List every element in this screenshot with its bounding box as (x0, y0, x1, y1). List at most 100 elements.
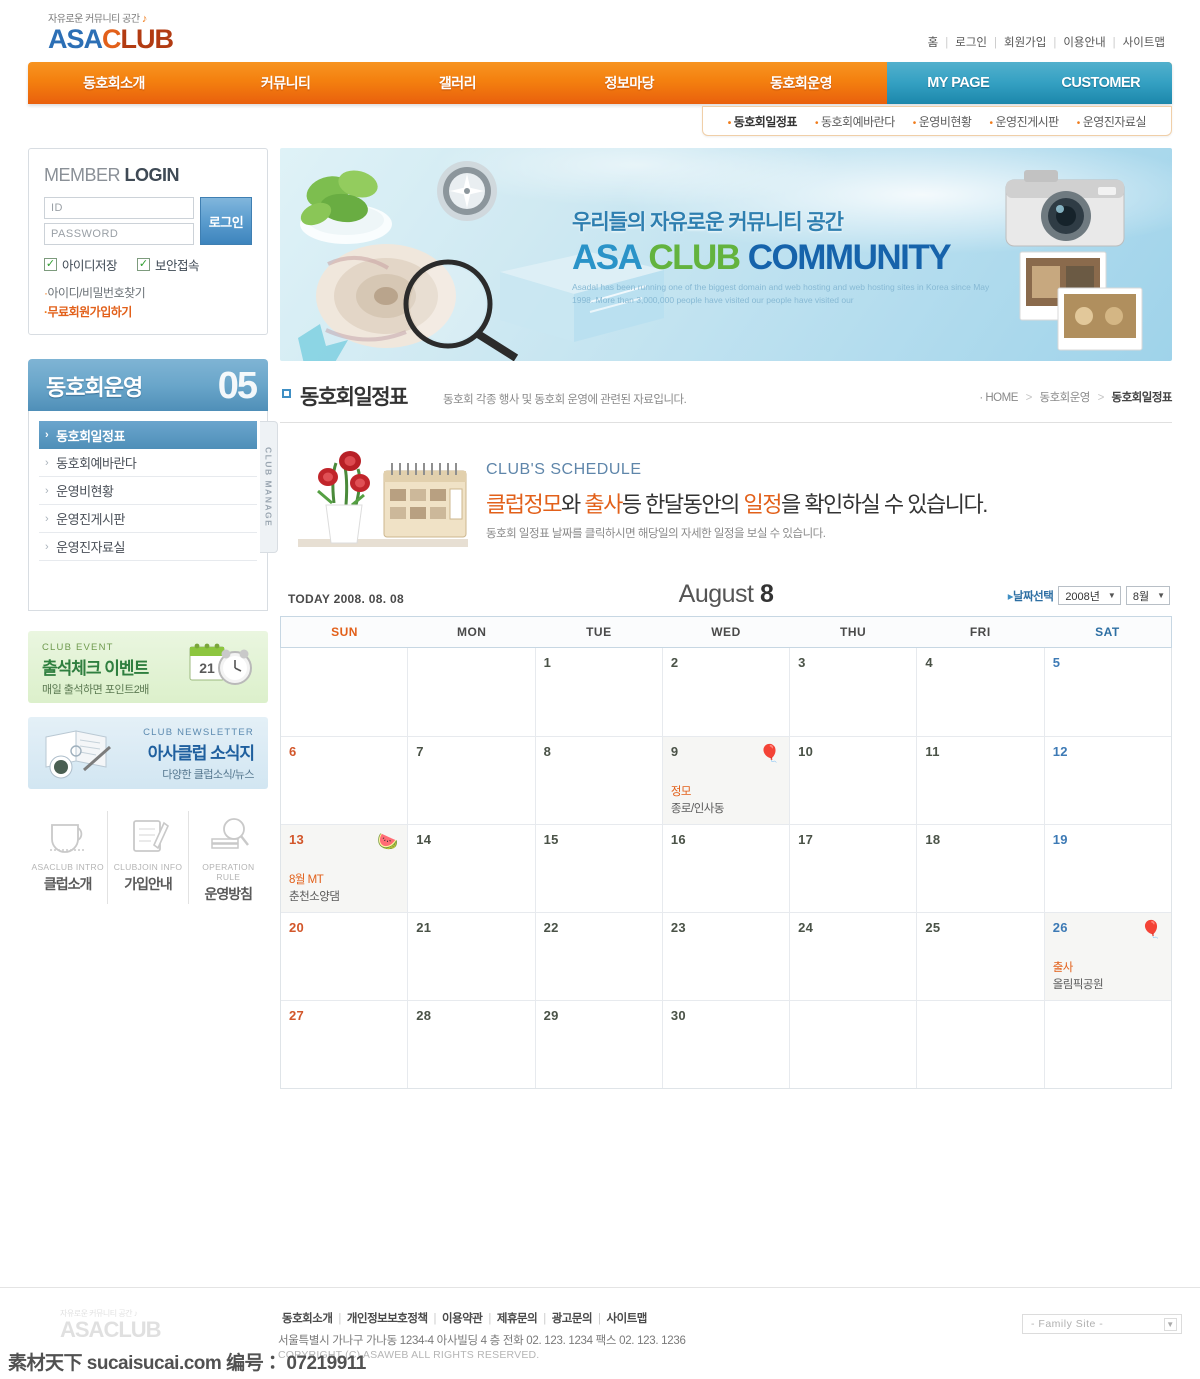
login-title: MEMBER LOGIN (44, 165, 252, 186)
save-id-checkbox[interactable]: ✓ 아이디저장 (44, 255, 118, 274)
hero-title-club: CLUB (648, 238, 748, 277)
logo-lub-text: LUB (120, 24, 174, 54)
toplink-guide[interactable]: 이용안내 (1056, 37, 1112, 49)
toplink-login[interactable]: 로그인 (948, 37, 994, 49)
calendar-day-cell[interactable]: 12 (1043, 737, 1171, 824)
breadcrumb-section[interactable]: 동호회운영 (1039, 392, 1090, 404)
calendar-day-cell[interactable]: 13 🍉 8월 MT 춘천소양댐 (281, 825, 408, 912)
nav-item-club-management[interactable]: 동호회운영 (715, 62, 887, 104)
password-input[interactable]: PASSWORD (44, 223, 194, 245)
calendar-day-cell[interactable]: 4 (916, 648, 1043, 736)
calendar-day-cell[interactable]: 29 (534, 1001, 662, 1088)
quick-link-join-info[interactable]: CLUBJOIN INFO 가입안내 (107, 811, 187, 904)
toplink-home[interactable]: 홈 (921, 37, 946, 49)
footer-link-club-intro[interactable]: 동호회소개 (276, 1313, 338, 1325)
month-select[interactable]: 8월 ▼ (1125, 586, 1170, 605)
headline-part-4: 등 한달동안의 (621, 492, 744, 517)
footer-link-privacy[interactable]: 개인정보보호정책 (341, 1313, 434, 1325)
subnav-item-staff-archive[interactable]: 운영진자료실 (1068, 113, 1155, 130)
calendar-day-cell[interactable]: 20 (281, 913, 407, 1000)
sidebar-item-board[interactable]: › 동호회예바란다 (39, 449, 257, 477)
quick-link-club-intro[interactable]: ASACLUB INTRO 클럽소개 (28, 811, 107, 904)
calendar-empty-cell (281, 648, 407, 736)
calendar-day-cell[interactable]: 18 (916, 825, 1043, 912)
year-select-value: 2008년 (1065, 590, 1100, 603)
calendar-day-number: 2 (670, 655, 679, 670)
find-id-password-link[interactable]: 아이디/비밀번호찾기 (44, 283, 252, 302)
calendar-event-title[interactable]: 8월 MT (289, 871, 399, 887)
calendar-day-cell[interactable]: 1 (534, 648, 662, 736)
sidebar-item-budget[interactable]: › 운영비현황 (39, 477, 257, 505)
sidebar-item-label: 동호회예바란다 (56, 456, 137, 471)
calendar-day-cell[interactable]: 15 (534, 825, 662, 912)
quick-link-operation-rule[interactable]: OPERATION RULE 운영방침 (187, 811, 268, 904)
dayname-sat: SAT (1095, 625, 1120, 639)
calendar-day-cell[interactable]: 7 (407, 737, 534, 824)
free-signup-link[interactable]: 무료회원가입하기 (44, 302, 252, 321)
promo-banner-newsletter[interactable]: CLUB NEWSLETTER 아사클럽 소식지 다양한 클럽소식/뉴스 (28, 717, 268, 789)
calendar-day-cell[interactable]: 21 (407, 913, 534, 1000)
nav-item-gallery[interactable]: 갤러리 (372, 62, 544, 104)
calendar-event-title[interactable]: 정모 (671, 783, 781, 799)
nav-item-my-page[interactable]: MY PAGE (887, 62, 1030, 104)
footer-link-terms[interactable]: 이용약관 (436, 1313, 488, 1325)
toplink-sitemap[interactable]: 사이트맵 (1116, 37, 1172, 49)
calendar-day-number: 10 (798, 744, 814, 759)
calendar-day-number: 16 (670, 832, 686, 847)
promo-text: CLUB NEWSLETTER 아사클럽 소식지 다양한 클럽소식/뉴스 (143, 727, 255, 782)
breadcrumb-home[interactable]: · HOME (979, 392, 1018, 404)
calendar-day-number: 11 (925, 744, 940, 759)
login-submit-button[interactable]: 로그인 (200, 197, 252, 245)
calendar-day-cell[interactable]: 28 (407, 1001, 534, 1088)
footer-logo: 자유로운 커뮤니티 공간 ♪ ASACLUB (60, 1308, 162, 1341)
subnav-item-board[interactable]: 동호회예바란다 (806, 113, 904, 130)
page-description: 동호회 각종 행사 및 동호회 운영에 관련된 자료입니다. (443, 394, 687, 406)
calendar-day-cell[interactable]: 23 (661, 913, 789, 1000)
hero-title-asa: ASA (572, 238, 649, 277)
calendar-day-cell[interactable]: 19 (1043, 825, 1171, 912)
subnav-item-budget[interactable]: 운영비현황 (904, 113, 981, 130)
dayname-sun: SUN (331, 625, 358, 639)
subnav-item-schedule[interactable]: 동호회일정표 (719, 113, 806, 130)
calendar-day-cell[interactable]: 26 🎈 출사 올림픽공원 (1043, 913, 1171, 1000)
family-site-select[interactable]: - Family Site - ▼ (1022, 1314, 1182, 1334)
calendar-day-cell[interactable]: 16 (661, 825, 789, 912)
calendar-day-cell[interactable]: 22 (534, 913, 662, 1000)
calendar-day-cell[interactable]: 5 (1043, 648, 1171, 736)
calendar-day-cell[interactable]: 6 (281, 737, 407, 824)
secure-login-checkbox[interactable]: ✓ 보안접속 (137, 255, 200, 274)
id-input[interactable]: ID (44, 197, 194, 219)
calendar-day-cell[interactable]: 3 (789, 648, 916, 736)
sidebar-item-staff-archive[interactable]: › 운영진자료실 (39, 533, 257, 561)
calendar-event-place: 종로/인사동 (670, 803, 725, 815)
login-input-row: ID PASSWORD 로그인 (44, 197, 252, 245)
subnav-item-staff-board[interactable]: 운영진게시판 (980, 113, 1067, 130)
calendar-day-cell[interactable]: 14 (407, 825, 534, 912)
year-select[interactable]: 2008년 ▼ (1058, 586, 1121, 605)
quick-link-en: ASACLUB INTRO (31, 862, 104, 872)
left-sidebar: MEMBER LOGIN ID PASSWORD 로그인 ✓ 아이디저장 ✓ 보… (28, 148, 278, 1089)
calendar-day-cell[interactable]: 8 (534, 737, 662, 824)
nav-item-info[interactable]: 정보마당 (543, 62, 715, 104)
nav-item-community[interactable]: 커뮤니티 (200, 62, 372, 104)
calendar-day-cell[interactable]: 25 (916, 913, 1043, 1000)
toplink-signup[interactable]: 회원가입 (997, 37, 1053, 49)
calendar-day-cell[interactable]: 24 (789, 913, 916, 1000)
footer-link-advertising[interactable]: 광고문의 (546, 1313, 598, 1325)
calendar-day-cell[interactable]: 27 (281, 1001, 407, 1088)
calendar-day-cell[interactable]: 9 🎈 정모 종로/인사동 (661, 737, 790, 824)
nav-item-club-intro[interactable]: 동호회소개 (28, 62, 200, 104)
calendar-day-cell[interactable]: 10 (789, 737, 916, 824)
footer-link-sitemap[interactable]: 사이트맵 (601, 1313, 653, 1325)
sidebar-item-schedule[interactable]: › 동호회일정표 (39, 421, 257, 449)
site-logo[interactable]: 자유로운 커뮤니티 공간 ♪ ASACLUB (48, 10, 174, 54)
promo-banner-club-event[interactable]: CLUB EVENT 출석체크 이벤트 매일 출석하면 포인트2배 21 (28, 631, 268, 703)
nav-item-customer[interactable]: CUSTOMER (1029, 62, 1172, 104)
calendar-day-cell[interactable]: 11 (916, 737, 1043, 824)
calendar-day-cell[interactable]: 30 (661, 1001, 789, 1088)
calendar-event-title[interactable]: 출사 (1053, 959, 1163, 975)
calendar-day-cell[interactable]: 2 (661, 648, 789, 736)
calendar-day-cell[interactable]: 17 (789, 825, 916, 912)
sidebar-item-staff-board[interactable]: › 운영진게시판 (39, 505, 257, 533)
footer-link-partnership[interactable]: 제휴문의 (491, 1313, 543, 1325)
